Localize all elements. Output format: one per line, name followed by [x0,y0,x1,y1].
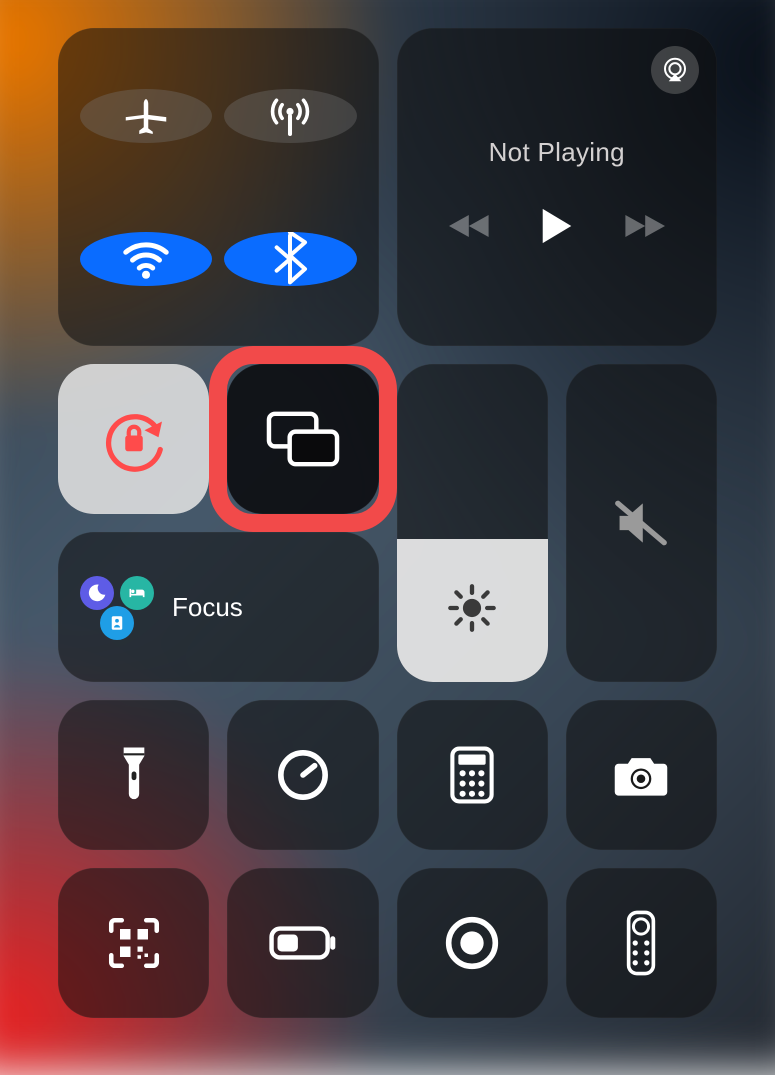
brightness-slider[interactable] [397,364,548,682]
calculator-button[interactable] [397,700,548,850]
speaker-mute-icon [612,498,670,548]
orientation-lock-toggle[interactable] [58,364,209,514]
sun-icon [446,582,498,634]
bluetooth-toggle[interactable] [224,232,356,286]
timer-icon [275,747,331,803]
forward-button[interactable] [621,211,665,241]
battery-low-power-icon [269,926,337,960]
now-playing-status: Not Playing [489,137,625,168]
screen-record-button[interactable] [397,868,548,1018]
flashlight-button[interactable] [58,700,209,850]
screen-mirroring-icon [266,410,340,468]
focus-mode-cluster [80,574,154,640]
flashlight-icon [113,744,155,806]
low-power-mode-button[interactable] [227,868,378,1018]
qr-scanner-button[interactable] [58,868,209,1018]
now-playing-module[interactable]: Not Playing [397,28,718,346]
airplay-audio-icon [660,55,690,85]
screen-mirroring-button[interactable] [227,364,378,514]
bluetooth-icon [270,232,310,286]
control-center: Not Playing [0,0,775,1024]
tv-remote-icon [625,910,657,976]
antenna-icon [263,89,317,143]
rewind-button[interactable] [449,211,493,241]
cellular-data-toggle[interactable] [224,89,356,143]
wifi-toggle[interactable] [80,232,212,286]
focus-button[interactable]: Focus [58,532,379,682]
airplay-audio-button[interactable] [651,46,699,94]
connectivity-group[interactable] [58,28,379,346]
volume-slider[interactable] [566,364,717,682]
calculator-icon [449,746,495,804]
transport-controls [449,206,665,246]
work-focus-icon [100,606,134,640]
do-not-disturb-icon [80,576,114,610]
airplane-mode-toggle[interactable] [80,89,212,143]
screen-record-icon [444,915,500,971]
play-button[interactable] [539,206,575,246]
airplane-icon [119,89,173,143]
apple-tv-remote-button[interactable] [566,868,717,1018]
timer-button[interactable] [227,700,378,850]
sleep-icon [120,576,154,610]
focus-label: Focus [172,592,243,623]
wifi-icon [119,232,173,286]
rotation-lock-icon [99,404,169,474]
camera-button[interactable] [566,700,717,850]
camera-icon [611,751,671,799]
qr-code-icon [106,915,162,971]
